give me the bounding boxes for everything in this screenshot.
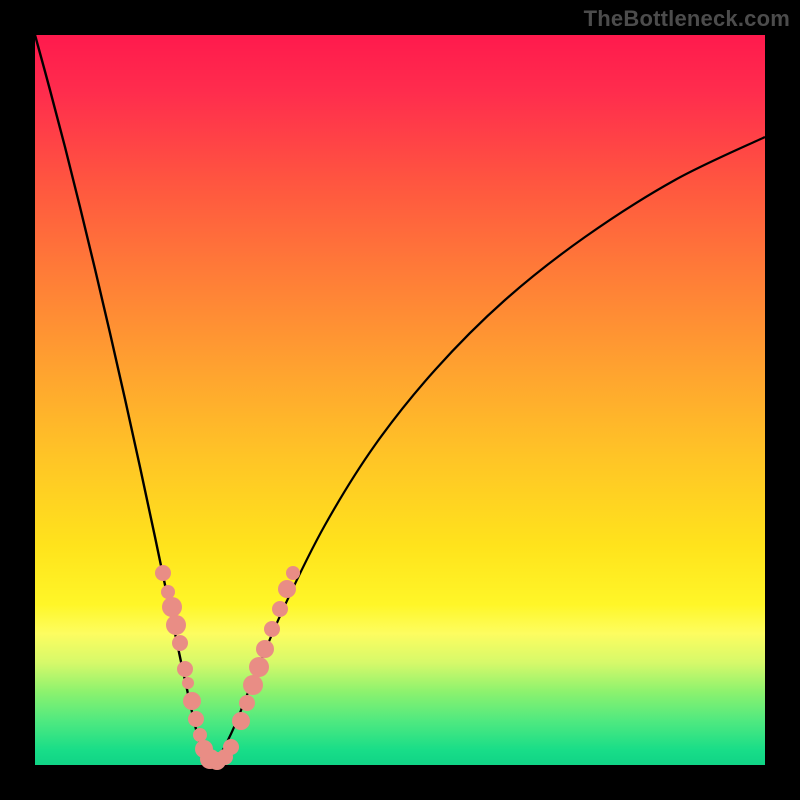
- highlight-dot: [286, 566, 300, 580]
- highlight-dot: [162, 597, 182, 617]
- highlight-dot: [278, 580, 296, 598]
- highlight-dot: [239, 695, 255, 711]
- highlight-dot: [155, 565, 171, 581]
- highlight-dot: [182, 677, 194, 689]
- highlight-dot: [272, 601, 288, 617]
- chart-plot-area: [35, 35, 765, 765]
- highlight-dot: [166, 615, 186, 635]
- highlight-dot: [188, 711, 204, 727]
- highlight-dot: [177, 661, 193, 677]
- highlight-dot: [223, 739, 239, 755]
- highlight-dot: [232, 712, 250, 730]
- highlight-dot: [183, 692, 201, 710]
- curve-right-branch: [211, 137, 765, 765]
- highlight-dot: [193, 728, 207, 742]
- highlight-dot: [249, 657, 269, 677]
- highlight-dot: [172, 635, 188, 651]
- curve-left-branch: [35, 35, 211, 765]
- highlight-dot: [161, 585, 175, 599]
- bottleneck-curve-svg: [35, 35, 765, 765]
- watermark-text: TheBottleneck.com: [584, 6, 790, 32]
- highlight-dot: [243, 675, 263, 695]
- curve-left-path: [35, 35, 211, 765]
- highlight-dot: [256, 640, 274, 658]
- highlight-dot: [264, 621, 280, 637]
- curve-right-path: [211, 137, 765, 765]
